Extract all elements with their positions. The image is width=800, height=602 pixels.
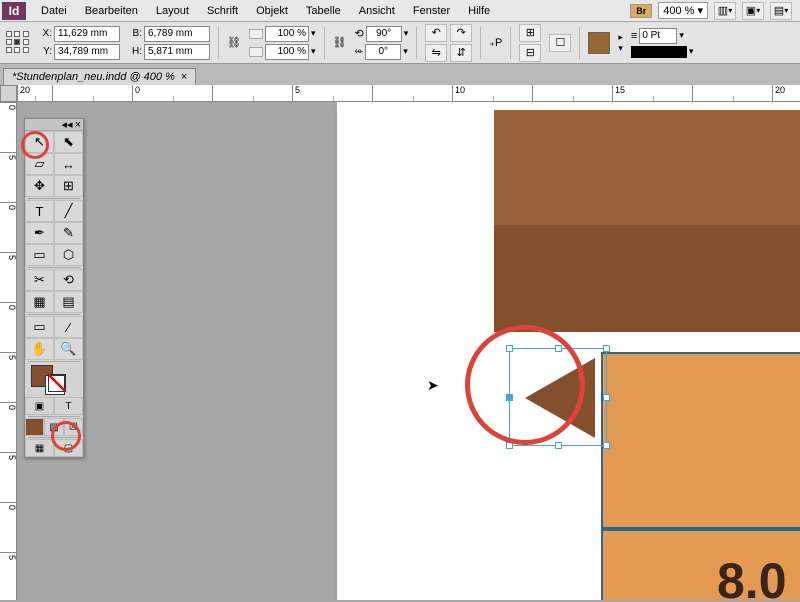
collapse-icon[interactable]: ◂◂ — [62, 118, 73, 131]
brown-rectangle-light[interactable] — [494, 110, 800, 225]
eyedropper-tool[interactable]: ⁄ — [54, 316, 83, 338]
height-input[interactable] — [144, 44, 210, 60]
fill-swatch[interactable] — [588, 32, 610, 54]
formatting-text-icon[interactable]: T — [54, 397, 83, 415]
selected-triangle[interactable] — [509, 348, 607, 446]
x-label: X: — [38, 28, 52, 39]
document-tab-title: *Stundenplan_neu.indd @ 400 % — [12, 71, 175, 83]
constrain-icon[interactable]: ⛓ — [333, 36, 347, 49]
panel-header[interactable]: ◂◂× — [25, 119, 83, 131]
close-icon[interactable]: × — [75, 119, 81, 131]
flip-v-icon[interactable]: ⇵ — [450, 44, 472, 62]
stroke-weight-icon: ≡ — [631, 30, 637, 42]
menu-bearbeiten[interactable]: Bearbeiten — [76, 5, 147, 17]
y-input[interactable] — [54, 44, 120, 60]
chevron-down-icon[interactable]: ▸▾ — [618, 32, 623, 54]
flip-h-icon[interactable]: ⇋ — [425, 44, 447, 62]
formatting-container-icon[interactable]: ▣ — [25, 397, 54, 415]
menu-schrift[interactable]: Schrift — [198, 5, 247, 17]
scale-y-input[interactable] — [265, 44, 309, 60]
stroke-style-swatch[interactable] — [631, 46, 687, 58]
triangle-shape[interactable] — [525, 358, 595, 438]
fill-stroke-proxy[interactable] — [25, 363, 83, 397]
y-label: Y: — [38, 46, 52, 57]
w-label: B: — [128, 28, 142, 39]
scale-x-input[interactable] — [265, 26, 309, 42]
rotate-icon: ⟲ — [354, 27, 363, 40]
zoom-select[interactable]: 400 %▾ — [658, 2, 708, 19]
note-tool[interactable]: ▭ — [25, 316, 54, 338]
zoom-value: 400 % — [663, 5, 694, 17]
h-label: H: — [128, 46, 142, 57]
zoom-tool[interactable]: 🔍 — [54, 338, 83, 360]
canvas[interactable]: 8.0 ➤ — [17, 102, 800, 600]
chevron-down-icon: ▾ — [697, 4, 703, 17]
constrain-icon[interactable]: ⛓ — [227, 36, 241, 49]
gap-tool[interactable]: ↔ — [54, 153, 83, 175]
line-tool[interactable]: ╱ — [54, 200, 83, 222]
workspace-icon[interactable]: ▤▾ — [770, 2, 792, 20]
align-icon[interactable]: ⊞ — [519, 24, 541, 42]
normal-view-icon[interactable]: ▦ — [25, 439, 54, 457]
chevron-down-icon[interactable]: ▾ — [311, 28, 316, 39]
table-divider — [601, 527, 800, 531]
preview-view-icon[interactable]: ▢ — [54, 439, 83, 457]
menu-tabelle[interactable]: Tabelle — [297, 5, 350, 17]
rotate-cw-icon[interactable]: ↷ — [450, 24, 472, 42]
brown-rectangle-dark[interactable] — [494, 225, 800, 332]
stroke-weight-input[interactable] — [639, 28, 677, 44]
gradient-feather-tool[interactable]: ▤ — [54, 291, 83, 313]
content-placer-tool[interactable]: ⊞ — [54, 175, 83, 197]
menu-objekt[interactable]: Objekt — [247, 5, 297, 17]
menu-hilfe[interactable]: Hilfe — [459, 5, 499, 17]
apply-color-icon[interactable] — [25, 418, 44, 436]
control-bar: X: Y: B: H: ⛓ ▾ ▾ ⛓ ⟲▾ ⬰▾ ↶ ↷ ⇋ ⇵ ₊P ⊞ ⊟… — [0, 22, 800, 64]
chevron-down-icon[interactable]: ▾ — [311, 46, 316, 57]
document-tab-bar: *Stundenplan_neu.indd @ 400 % × — [0, 64, 800, 85]
menu-fenster[interactable]: Fenster — [404, 5, 459, 17]
width-input[interactable] — [144, 26, 210, 42]
ruler-origin[interactable] — [0, 85, 17, 102]
scissors-tool[interactable]: ✂ — [25, 269, 54, 291]
distribute-icon[interactable]: ⊟ — [519, 44, 541, 62]
content-collector-tool[interactable]: ✥ — [25, 175, 54, 197]
pencil-tool[interactable]: ✎ — [54, 222, 83, 244]
free-transform-tool[interactable]: ⟲ — [54, 269, 83, 291]
horizontal-ruler[interactable]: 20 0 5 10 15 20 25 — [17, 85, 800, 102]
transform-content-icon[interactable]: ₊P — [489, 36, 502, 49]
gradient-swatch-tool[interactable]: ▦ — [25, 291, 54, 313]
bridge-button[interactable]: Br — [630, 4, 652, 18]
page-tool[interactable]: ▱ — [25, 153, 54, 175]
document-tab[interactable]: *Stundenplan_neu.indd @ 400 % × — [3, 68, 196, 85]
rectangle-frame-tool[interactable]: ▭ — [25, 244, 54, 266]
stroke-color-box[interactable] — [45, 375, 65, 395]
vertical-ruler[interactable]: 0 5 0 5 0 5 0 5 0 5 — [0, 102, 17, 600]
rotate-input[interactable] — [366, 26, 402, 42]
cell-text: 8.0 — [717, 552, 787, 600]
x-input[interactable] — [54, 26, 120, 42]
cursor-icon: ➤ — [427, 377, 439, 394]
app-logo: Id — [2, 2, 26, 20]
reference-point-grid[interactable] — [6, 31, 30, 55]
menu-datei[interactable]: Datei — [32, 5, 76, 17]
shear-icon: ⬰ — [354, 45, 363, 58]
pen-tool[interactable]: ✒ — [25, 222, 54, 244]
shear-input[interactable] — [365, 44, 401, 60]
screen-mode-icon[interactable]: ▣▾ — [742, 2, 764, 20]
tools-panel[interactable]: ◂◂× ↖ ⬉ ▱ ↔ ✥ ⊞ T ╱ ✒ ✎ ▭ ⬡ ✂ ⟲ ▦ ▤ ▭ ⁄ … — [24, 118, 84, 458]
menu-layout[interactable]: Layout — [147, 5, 198, 17]
selection-tool[interactable]: ↖ — [25, 131, 54, 153]
direct-selection-tool[interactable]: ⬉ — [54, 131, 83, 153]
type-tool[interactable]: T — [25, 200, 54, 222]
menu-bar: Id Datei Bearbeiten Layout Schrift Objek… — [0, 0, 800, 22]
hand-tool[interactable]: ✋ — [25, 338, 54, 360]
polygon-tool[interactable]: ⬡ — [54, 244, 83, 266]
close-tab-icon[interactable]: × — [181, 71, 187, 83]
apply-none-icon[interactable]: ☒ — [64, 418, 83, 436]
select-container-icon[interactable]: ☐ — [549, 34, 571, 52]
apply-gradient-icon[interactable]: ▧ — [44, 418, 63, 436]
rotate-ccw-icon[interactable]: ↶ — [425, 24, 447, 42]
arrange-icon[interactable]: ▥▾ — [714, 2, 736, 20]
menu-ansicht[interactable]: Ansicht — [350, 5, 404, 17]
